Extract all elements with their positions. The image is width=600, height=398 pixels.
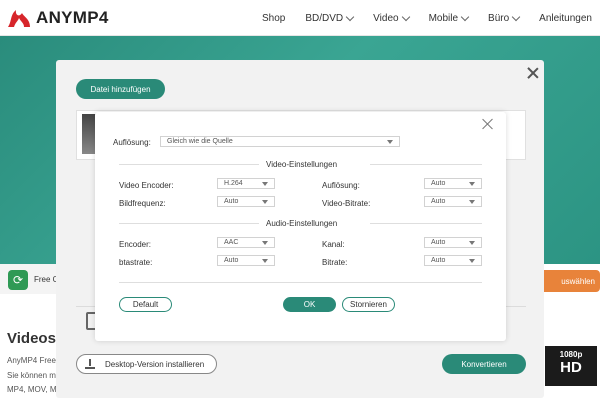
video-resolution-value: Auto bbox=[431, 180, 446, 187]
resolution-label: Auflösung: bbox=[113, 138, 151, 147]
hd-badge-resolution: 1080p bbox=[559, 350, 583, 359]
brand-name: ANYMP4 bbox=[36, 8, 109, 27]
channel-label: Kanal: bbox=[322, 240, 345, 249]
video-encoder-label: Video Encoder: bbox=[119, 181, 174, 190]
divider bbox=[370, 223, 482, 224]
audio-bitrate-value: Auto bbox=[431, 257, 446, 264]
divider bbox=[119, 223, 259, 224]
hd-badge: 1080p HD bbox=[545, 346, 597, 386]
free-converter-label: Free C bbox=[34, 275, 59, 284]
cancel-button[interactable]: Stornieren bbox=[342, 297, 395, 312]
sample-rate-select[interactable]: Auto bbox=[217, 255, 275, 266]
dropdown-arrow-icon bbox=[262, 259, 268, 263]
chevron-down-icon bbox=[345, 12, 355, 21]
close-icon[interactable] bbox=[482, 118, 494, 130]
resolution-select-value: Gleich wie die Quelle bbox=[167, 138, 233, 145]
nav-shop-label: Shop bbox=[262, 12, 286, 24]
audio-bitrate-select[interactable]: Auto bbox=[424, 255, 482, 266]
hd-badge-label: HD bbox=[560, 359, 582, 376]
cancel-button-label: Stornieren bbox=[350, 300, 387, 309]
chevron-down-icon bbox=[511, 12, 521, 21]
divider bbox=[370, 164, 482, 165]
default-button-label: Default bbox=[132, 300, 159, 309]
nav-guides-label: Anleitungen bbox=[539, 12, 592, 24]
convert-button[interactable]: Konvertieren bbox=[442, 354, 526, 374]
ok-button[interactable]: OK bbox=[283, 297, 336, 312]
dropdown-arrow-icon bbox=[469, 182, 475, 186]
sample-rate-value: Auto bbox=[224, 257, 239, 264]
video-encoder-select[interactable]: H.264 bbox=[217, 178, 275, 189]
audio-encoder-label: Encoder: bbox=[119, 240, 152, 249]
nav-bd-dvd-label: BD/DVD bbox=[305, 12, 344, 24]
brand-logo[interactable]: ANYMP4 bbox=[6, 6, 109, 30]
nav-video-label: Video bbox=[373, 12, 399, 24]
refresh-icon: ⟳ bbox=[8, 270, 28, 290]
close-icon[interactable] bbox=[526, 66, 540, 80]
frame-rate-value: Auto bbox=[224, 198, 239, 205]
ok-button-label: OK bbox=[303, 300, 316, 309]
video-bitrate-value: Auto bbox=[431, 198, 446, 205]
resolution-select[interactable]: Gleich wie die Quelle bbox=[160, 136, 400, 147]
audio-encoder-value: AAC bbox=[224, 239, 239, 246]
video-resolution-select[interactable]: Auto bbox=[424, 178, 482, 189]
audio-bitrate-label: Bitrate: bbox=[322, 258, 348, 267]
dropdown-arrow-icon bbox=[469, 241, 475, 245]
nav-shop[interactable]: Shop bbox=[262, 13, 285, 24]
site-header: ANYMP4 Shop BD/DVD Video Mobile Büro Anl… bbox=[0, 0, 600, 36]
choose-button-label: uswählen bbox=[561, 276, 595, 286]
divider bbox=[119, 282, 482, 283]
background-text-line: Sie können me bbox=[7, 371, 61, 380]
download-icon bbox=[85, 359, 95, 369]
add-file-button[interactable]: Datei hinzufügen bbox=[76, 79, 165, 99]
frame-rate-select[interactable]: Auto bbox=[217, 196, 275, 207]
video-bitrate-label: Video-Bitrate: bbox=[322, 199, 371, 208]
nav-video[interactable]: Video bbox=[373, 12, 410, 24]
default-button[interactable]: Default bbox=[119, 297, 172, 312]
nav-office-label: Büro bbox=[488, 12, 510, 24]
background-text-line: AnyMP4 Free bbox=[7, 356, 56, 365]
video-bitrate-select[interactable]: Auto bbox=[424, 196, 482, 207]
frame-rate-label: Bildfrequenz: bbox=[119, 199, 166, 208]
flame-logo-icon bbox=[8, 10, 30, 27]
background-text-line: MP4, MOV, M bbox=[7, 385, 57, 394]
dropdown-arrow-icon bbox=[387, 140, 393, 144]
nav-office[interactable]: Büro bbox=[488, 12, 521, 24]
channel-value: Auto bbox=[431, 239, 446, 246]
nav-mobile-label: Mobile bbox=[428, 12, 459, 24]
chevron-down-icon bbox=[401, 12, 410, 21]
channel-select[interactable]: Auto bbox=[424, 237, 482, 248]
nav-mobile[interactable]: Mobile bbox=[428, 12, 470, 24]
divider bbox=[119, 164, 259, 165]
install-desktop-label: Desktop-Version installieren bbox=[105, 359, 205, 369]
dropdown-arrow-icon bbox=[469, 259, 475, 263]
audio-settings-heading: Audio-Einstellungen bbox=[266, 219, 338, 228]
audio-encoder-select[interactable]: AAC bbox=[217, 237, 275, 248]
main-nav: Shop BD/DVD Video Mobile Büro Anleitunge… bbox=[262, 0, 600, 36]
sample-rate-label: btastrate: bbox=[119, 258, 153, 267]
video-settings-heading: Video-Einstellungen bbox=[266, 160, 338, 169]
dropdown-arrow-icon bbox=[262, 200, 268, 204]
install-desktop-button[interactable]: Desktop-Version installieren bbox=[76, 354, 217, 374]
chevron-down-icon bbox=[460, 12, 470, 21]
choose-button[interactable]: uswählen bbox=[540, 270, 600, 292]
video-resolution-label: Auflösung: bbox=[322, 181, 360, 190]
nav-bd-dvd[interactable]: BD/DVD bbox=[305, 12, 355, 24]
dropdown-arrow-icon bbox=[469, 200, 475, 204]
dropdown-arrow-icon bbox=[262, 182, 268, 186]
dropdown-arrow-icon bbox=[262, 241, 268, 245]
video-encoder-value: H.264 bbox=[224, 180, 243, 187]
nav-guides[interactable]: Anleitungen bbox=[539, 13, 592, 24]
